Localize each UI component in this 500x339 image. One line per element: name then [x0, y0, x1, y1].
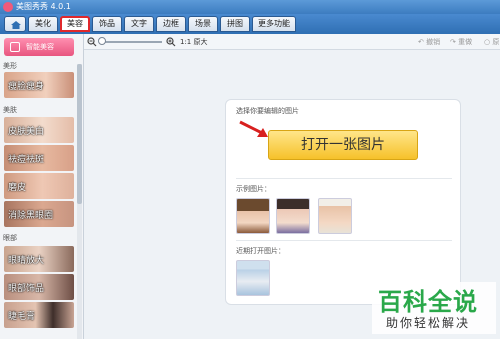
sidebar-item-label: 眼睛放大	[8, 256, 45, 266]
tab-frame[interactable]: 边框	[156, 16, 186, 32]
redo-button[interactable]: ↷ 重做	[450, 37, 472, 47]
recent-thumbnail-1[interactable]	[236, 260, 270, 296]
category-skin: 美肤	[3, 106, 17, 114]
undo-label: 撤销	[426, 38, 441, 46]
tab-beautify[interactable]: 美化	[28, 16, 58, 32]
tab-beauty[interactable]: 美容	[60, 16, 90, 32]
tab-more[interactable]: 更多功能	[252, 16, 296, 32]
sidebar-item-label: 瘦脸瘦身	[8, 82, 45, 92]
sidebar-item-mascara[interactable]: 睫毛膏	[4, 302, 74, 328]
recent-label: 近期打开图片：	[236, 247, 285, 255]
sidebar-item-label: 眼部饰品	[8, 284, 45, 294]
title-bar: 美图秀秀 4.0.1	[0, 0, 500, 14]
tab-bar: 美化 美容 饰品 文字 边框 场景 拼图 更多功能	[0, 14, 500, 34]
zoom-slider-handle[interactable]	[98, 37, 106, 45]
sample-thumbnail-1[interactable]	[236, 198, 270, 234]
sidebar-item-dark-circles[interactable]: 消除黑眼圈	[4, 201, 74, 227]
arrow-icon	[239, 120, 268, 137]
sidebar-item-label: 消除黑眼圈	[8, 211, 54, 221]
open-image-button[interactable]: 打开一张图片	[268, 130, 418, 160]
open-image-panel: 选择你要编辑的图片 打开一张图片 示例图片： 近期打开图片：	[225, 99, 461, 305]
sidebar-scrollbar[interactable]	[77, 64, 82, 339]
watermark: 百科全说 助你轻松解决	[372, 282, 496, 334]
sidebar-item-slim-face[interactable]: 瘦脸瘦身	[4, 72, 74, 98]
tab-text[interactable]: 文字	[124, 16, 154, 32]
window-title: 美图秀秀 4.0.1	[16, 2, 71, 11]
divider	[236, 240, 452, 241]
zoom-actual-size[interactable]: 1:1 原大	[180, 37, 208, 47]
scrollbar-thumb[interactable]	[77, 64, 82, 204]
reset-button[interactable]: ○ 原	[484, 37, 499, 47]
tab-scene[interactable]: 场景	[188, 16, 218, 32]
samples-label: 示例图片：	[236, 185, 271, 193]
tab-accessories[interactable]: 饰品	[92, 16, 122, 32]
redo-label: 重做	[458, 38, 473, 46]
toolbar: 1:1 原大 ↶ 撤销 ↷ 重做 ○ 原	[84, 34, 500, 50]
sidebar-item-label: 磨皮	[8, 183, 27, 193]
home-button[interactable]	[4, 16, 26, 32]
smart-beauty-label: 智能美容	[26, 43, 54, 51]
sidebar-item-label: 睫毛膏	[8, 312, 36, 322]
panel-prompt: 选择你要编辑的图片	[236, 107, 299, 115]
sidebar-item-eye-accessories[interactable]: 眼部饰品	[4, 274, 74, 300]
sidebar-item-label: 皮肤美白	[8, 127, 45, 137]
sidebar-item-label: 祛痘祛斑	[8, 155, 45, 165]
tab-collage[interactable]: 拼图	[220, 16, 250, 32]
magic-icon	[10, 42, 20, 52]
sidebar: 智能美容 美形 瘦脸瘦身 美肤 皮肤美白 祛痘祛斑 磨皮 消除黑眼圈 眼部 眼睛…	[0, 34, 84, 339]
sidebar-item-skin-smoothing[interactable]: 磨皮	[4, 173, 74, 199]
sidebar-item-acne-removal[interactable]: 祛痘祛斑	[4, 145, 74, 171]
category-eyes: 眼部	[3, 234, 17, 242]
category-shape: 美形	[3, 62, 17, 70]
divider	[236, 178, 452, 179]
sidebar-item-eye-enlarge[interactable]: 眼睛放大	[4, 246, 74, 272]
sidebar-item-skin-whitening[interactable]: 皮肤美白	[4, 117, 74, 143]
watermark-subtitle: 助你轻松解决	[386, 316, 471, 330]
sample-thumbnail-3[interactable]	[318, 198, 352, 234]
zoom-out-icon[interactable]	[87, 37, 97, 47]
app-logo-icon	[3, 2, 13, 12]
zoom-slider[interactable]	[100, 41, 162, 43]
smart-beauty-button[interactable]: 智能美容	[4, 38, 74, 56]
reset-label: 原	[492, 38, 500, 46]
zoom-in-icon[interactable]	[166, 37, 176, 47]
sample-thumbnail-2[interactable]	[276, 198, 310, 234]
home-icon	[11, 21, 21, 29]
watermark-title: 百科全说	[378, 288, 478, 316]
undo-button[interactable]: ↶ 撤销	[418, 37, 440, 47]
